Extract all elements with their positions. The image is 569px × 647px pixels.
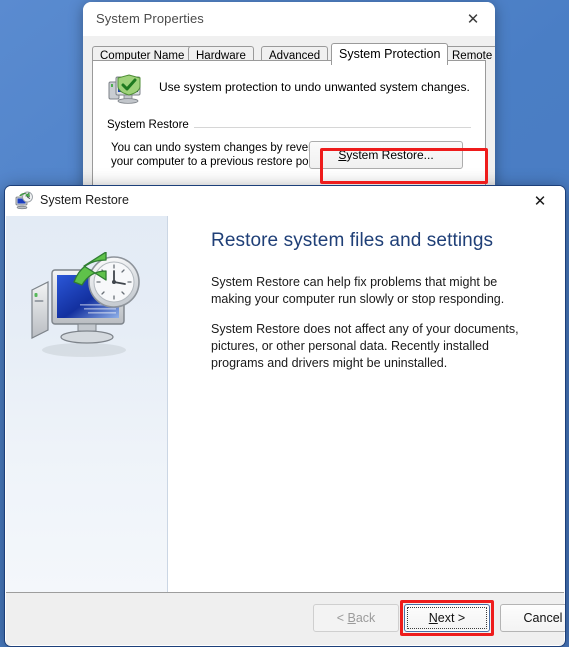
description-paragraph-1: System Restore can help fix problems tha… [211,275,505,306]
close-icon[interactable]: ✕ [519,186,561,216]
system-properties-titlebar: System Properties ✕ [83,2,495,36]
system-protection-header-text: Use system protection to undo unwanted s… [159,80,470,94]
computer-shield-icon [107,73,149,109]
back-button[interactable]: < Back [313,604,399,632]
groupbox-description: You can undo system changes by reverting… [111,142,331,168]
main-pane: Restore system files and settings System… [168,216,565,593]
groupbox-legend: System Restore [107,119,194,131]
system-restore-content: Restore system files and settings System… [5,216,565,593]
system-restore-icon [15,191,34,210]
back-button-label: < Back [336,611,376,625]
system-protection-header: Use system protection to undo unwanted s… [107,71,475,111]
side-panel [6,216,168,593]
monitor-clock-restore-icon [22,251,152,362]
system-restore-dialog-title: System Restore [40,193,129,207]
system-restore-dialog: System Restore ✕ Restore system files an… [4,185,566,647]
page-title: Restore system files and settings [211,230,494,251]
close-icon[interactable]: ✕ [451,2,495,36]
cancel-button[interactable]: Cancel [500,604,565,632]
tab-system-protection[interactable]: System Protection [331,43,449,65]
system-properties-title: System Properties [96,11,204,26]
next-button-highlight [400,600,494,636]
dialog-footer: < Back Next > Cancel [6,592,565,645]
cancel-button-label: Cancel [523,611,563,625]
system-restore-button-highlight [320,148,488,184]
system-restore-titlebar: System Restore ✕ [5,186,565,216]
description-paragraph-2: System Restore does not affect any of yo… [211,322,519,370]
